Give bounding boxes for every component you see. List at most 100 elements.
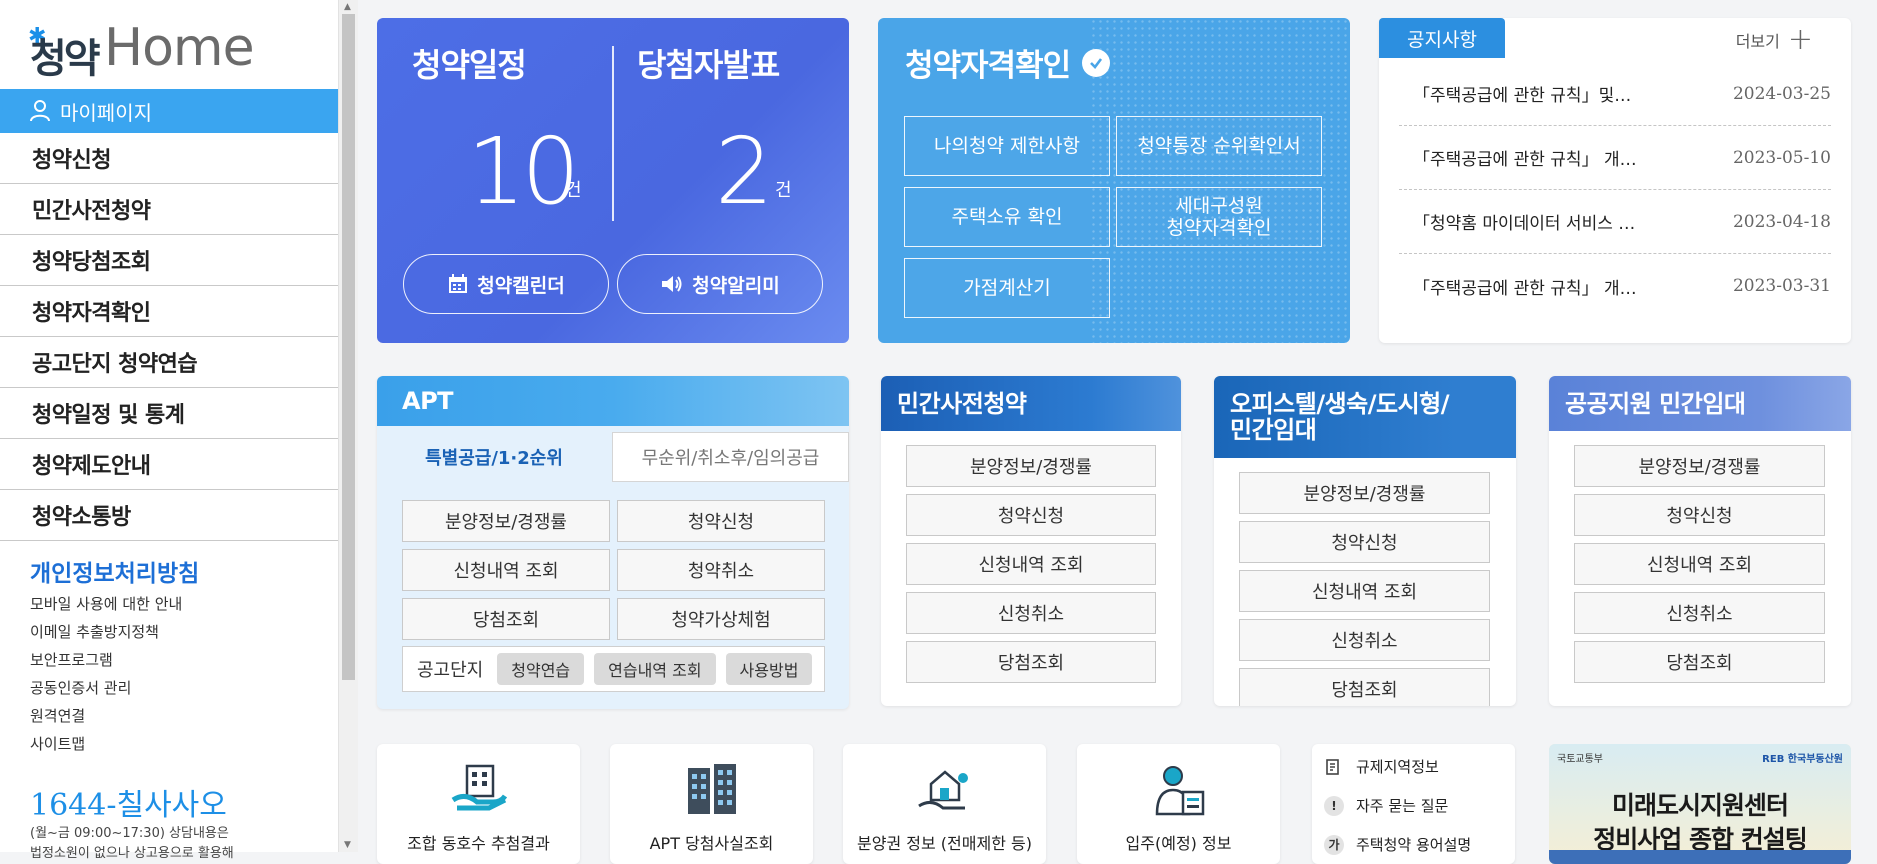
- apt-virtual-experience-button[interactable]: 청약가상체험: [617, 598, 825, 640]
- practice-howto-button[interactable]: 사용방법: [725, 653, 813, 685]
- banner-line1: 미래도시지원센터: [1611, 791, 1789, 820]
- tab-unranked-supply[interactable]: 무순위/취소후/임의공급: [612, 432, 849, 482]
- notice-card: 공지사항 더보기 + 「주택공급에 관한 규칙」및… 2024-03-25 「주…: [1379, 18, 1851, 343]
- private-sale-info-button[interactable]: 분양정보/경쟁률: [906, 445, 1156, 487]
- sidebar-links: 모바일 사용에 대한 안내 이메일 추출방지정책 보안프로그램 공동인증서 관리…: [30, 590, 182, 758]
- officetel-win-check-button[interactable]: 당첨조회: [1239, 668, 1490, 706]
- sidebar-item-win-check[interactable]: 청약당첨조회: [0, 235, 338, 286]
- presale-info-card[interactable]: 분양권 정보 (전매제한 등): [843, 744, 1046, 864]
- practice-button[interactable]: 청약연습: [497, 653, 585, 685]
- link-remote[interactable]: 원격연결: [30, 702, 182, 730]
- link-certificate[interactable]: 공동인증서 관리: [30, 674, 182, 702]
- sidebar-item-schedule-stats[interactable]: 청약일정 및 통계: [0, 388, 338, 439]
- officetel-title-line2: 민간임대: [1230, 416, 1317, 444]
- notice-item[interactable]: 「주택공급에 관한 규칙」 개… 2023-03-31: [1399, 254, 1831, 318]
- tab-special-supply[interactable]: 특별공급/1·2순위: [377, 432, 611, 482]
- notice-date: 2023-03-31: [1732, 276, 1831, 296]
- move-in-info-card[interactable]: 입주(예정) 정보: [1077, 744, 1280, 864]
- notice-tab[interactable]: 공지사항: [1379, 18, 1505, 58]
- logo-korean: 청약: [30, 36, 101, 82]
- union-lottery-card[interactable]: 조합 동호수 추첨결과: [377, 744, 580, 864]
- apt-cancel-button[interactable]: 청약취소: [617, 549, 825, 591]
- notice-item[interactable]: 「청약홈 마이데이터 서비스 … 2023-04-18: [1399, 190, 1831, 254]
- public-sale-info-button[interactable]: 분양정보/경쟁률: [1574, 445, 1825, 487]
- apt-practice-bar: 공고단지 청약연습 연습내역 조회 사용방법: [402, 646, 825, 692]
- link-email-policy[interactable]: 이메일 추출방지정책: [30, 618, 182, 646]
- officetel-apply-button[interactable]: 청약신청: [1239, 521, 1490, 563]
- officetel-cancel-button[interactable]: 신청취소: [1239, 619, 1490, 661]
- logo[interactable]: ✱ 청약 Home: [28, 18, 255, 82]
- schedule-count[interactable]: 10: [467, 118, 580, 225]
- building-hand-icon: [451, 764, 508, 811]
- score-calculator-button[interactable]: 가점계산기: [904, 258, 1110, 318]
- scroll-up-icon[interactable]: ▲: [344, 2, 351, 12]
- apt-win-fact-card[interactable]: APT 당첨사실조회: [610, 744, 813, 864]
- public-history-button[interactable]: 신청내역 조회: [1574, 543, 1825, 585]
- private-pre-title: 민간사전청약: [881, 376, 1181, 431]
- schedule-title[interactable]: 청약일정: [412, 40, 527, 86]
- household-qualify-button[interactable]: 세대구성원 청약자격확인: [1116, 187, 1322, 247]
- quick-links: 규제지역정보 ! 자주 묻는 질문 가 주택청약 용어설명: [1312, 744, 1515, 864]
- apt-sale-info-button[interactable]: 분양정보/경쟁률: [402, 500, 610, 542]
- sidebar: ✱ 청약 Home 마이페이지 청약신청 민간사전청약 청약당첨조회 청약자격확…: [0, 0, 338, 861]
- apt-win-fact-label: APT 당첨사실조회: [649, 834, 774, 853]
- apt-win-check-button[interactable]: 당첨조회: [402, 598, 610, 640]
- officetel-history-button[interactable]: 신청내역 조회: [1239, 570, 1490, 612]
- calendar-button[interactable]: 청약캘린더: [403, 254, 609, 314]
- private-history-button[interactable]: 신청내역 조회: [906, 543, 1156, 585]
- practice-label: 공고단지: [417, 660, 484, 681]
- officetel-sale-info-button[interactable]: 분양정보/경쟁률: [1239, 472, 1490, 514]
- link-security-program[interactable]: 보안프로그램: [30, 646, 182, 674]
- sidebar-item-communication[interactable]: 청약소통방: [0, 490, 338, 541]
- scroll-down-icon[interactable]: ▼: [344, 840, 351, 850]
- sidebar-item-practice[interactable]: 공고단지 청약연습: [0, 337, 338, 388]
- notice-more-link[interactable]: 더보기 +: [1736, 25, 1813, 55]
- my-restrictions-button[interactable]: 나의청약 제한사항: [904, 116, 1110, 176]
- notice-title: 「청약홈 마이데이터 서비스 …: [1413, 214, 1636, 234]
- link-sitemap[interactable]: 사이트맵: [30, 730, 182, 758]
- alarm-button[interactable]: 청약알리미: [617, 254, 823, 314]
- private-win-check-button[interactable]: 당첨조회: [906, 641, 1156, 683]
- public-win-check-button[interactable]: 당첨조회: [1574, 641, 1825, 683]
- mypage-link[interactable]: 마이페이지: [0, 89, 338, 133]
- notice-item[interactable]: 「주택공급에 관한 규칙」 개… 2023-05-10: [1399, 126, 1831, 190]
- link-mobile-guide[interactable]: 모바일 사용에 대한 안내: [30, 590, 182, 618]
- quick-link-regulation[interactable]: 규제지역정보: [1324, 756, 1439, 777]
- apt-title: APT: [377, 376, 849, 426]
- quick-link-label: 자주 묻는 질문: [1356, 797, 1449, 815]
- sidebar-item-private-pre[interactable]: 민간사전청약: [0, 184, 338, 235]
- private-apply-button[interactable]: 청약신청: [906, 494, 1156, 536]
- apt-apply-button[interactable]: 청약신청: [617, 500, 825, 542]
- mypage-label: 마이페이지: [60, 100, 152, 125]
- public-apply-button[interactable]: 청약신청: [1574, 494, 1825, 536]
- account-rank-button[interactable]: 청약통장 순위확인서: [1116, 116, 1322, 176]
- sidebar-scrollbar[interactable]: ▲ ▼: [338, 0, 358, 852]
- winner-title[interactable]: 당첨자발표: [637, 40, 780, 86]
- notice-title: 「주택공급에 관한 규칙」 개…: [1413, 150, 1637, 170]
- presale-info-label: 분양권 정보 (전매제한 등): [857, 834, 1032, 853]
- schedule-unit: 건: [565, 180, 582, 201]
- private-pre-card: 민간사전청약 분양정보/경쟁률 청약신청 신청내역 조회 신청취소 당첨조회: [881, 376, 1181, 706]
- qualify-title: 청약자격확인: [905, 40, 1111, 85]
- private-cancel-button[interactable]: 신청취소: [906, 592, 1156, 634]
- sidebar-item-apply[interactable]: 청약신청: [0, 133, 338, 184]
- privacy-policy-link[interactable]: 개인정보처리방침: [30, 554, 199, 588]
- logo-english: Home: [104, 18, 255, 78]
- house-ownership-button[interactable]: 주택소유 확인: [904, 187, 1110, 247]
- regulation-icon: [1324, 756, 1344, 777]
- practice-history-button[interactable]: 연습내역 조회: [594, 653, 716, 685]
- alarm-button-label: 청약알리미: [692, 274, 780, 297]
- public-cancel-button[interactable]: 신청취소: [1574, 592, 1825, 634]
- banner-org-right: REB 한국부동산원: [1762, 754, 1843, 765]
- schedule-card: 청약일정 10 건 당첨자발표 2 건 청약캘린더 청약알리미: [377, 18, 849, 343]
- scroll-thumb[interactable]: [342, 14, 355, 680]
- sidebar-item-qualify[interactable]: 청약자격확인: [0, 286, 338, 337]
- urban-center-banner[interactable]: 국토교통부 REB 한국부동산원 미래도시지원센터 정비사업 종합 컨설팅: [1549, 744, 1851, 864]
- notice-date: 2023-04-18: [1732, 211, 1831, 232]
- apt-history-button[interactable]: 신청내역 조회: [402, 549, 610, 591]
- winner-count[interactable]: 2: [715, 118, 774, 225]
- quick-link-faq[interactable]: ! 자주 묻는 질문: [1324, 795, 1448, 816]
- sidebar-item-system-guide[interactable]: 청약제도안내: [0, 439, 338, 490]
- notice-item[interactable]: 「주택공급에 관한 규칙」및… 2024-03-25: [1399, 62, 1831, 126]
- user-icon: [30, 100, 50, 122]
